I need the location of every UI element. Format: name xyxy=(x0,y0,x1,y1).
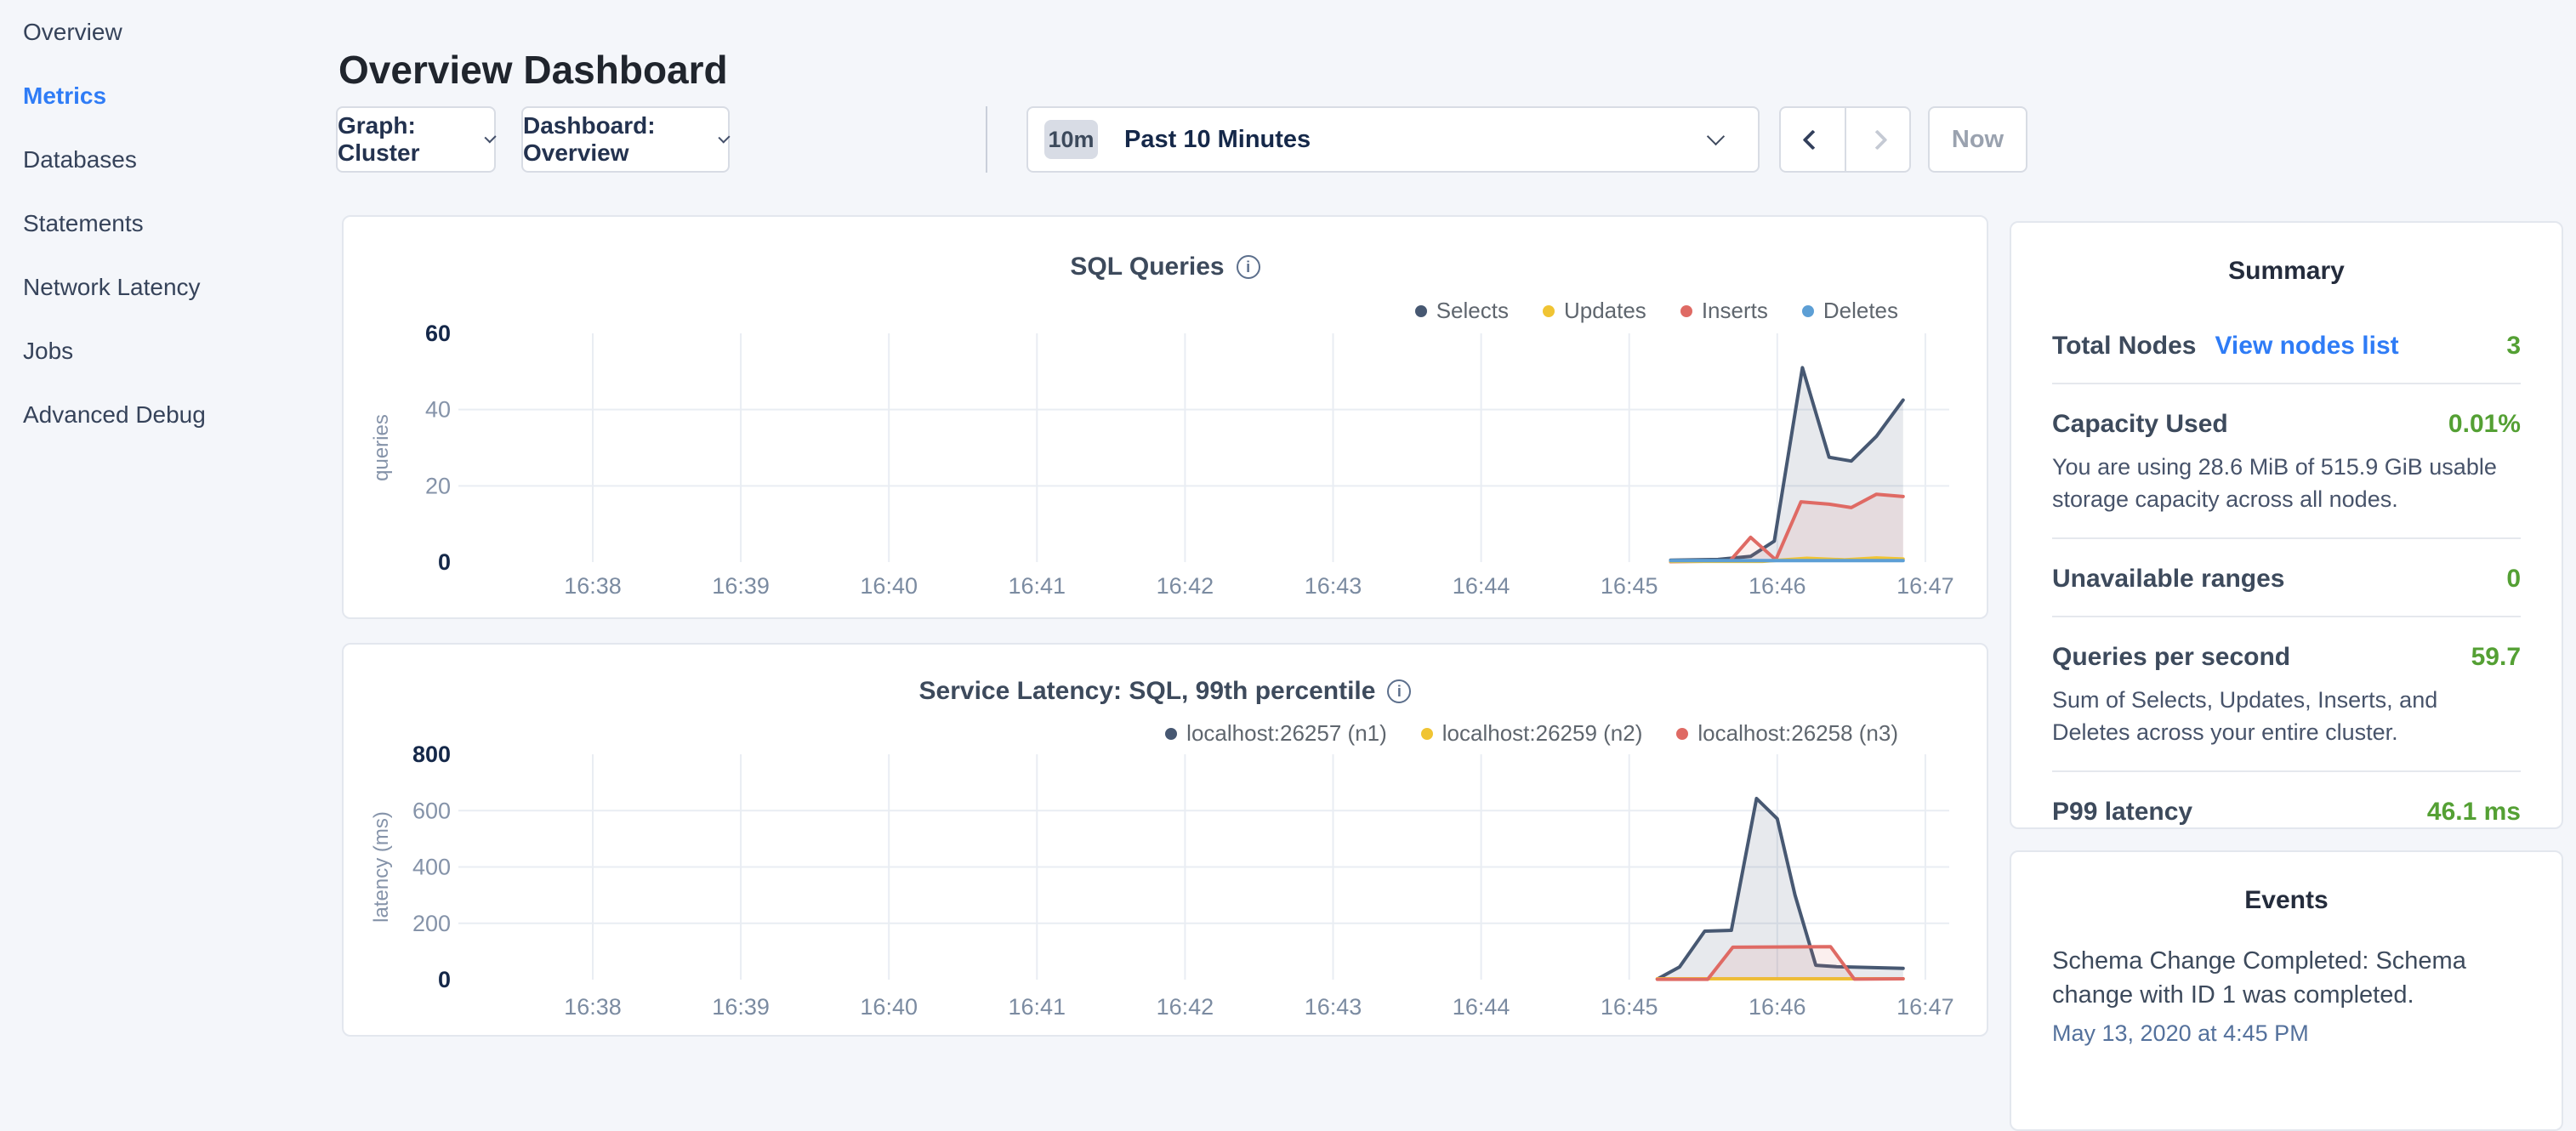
svg-text:800: 800 xyxy=(412,742,451,767)
dashboard-dropdown-label: Dashboard: Overview xyxy=(523,112,707,167)
summary-title: Summary xyxy=(2011,257,2562,286)
svg-text:16:41: 16:41 xyxy=(1009,573,1066,599)
summary-panel: Summary Total Nodes View nodes list 3 Capac… xyxy=(2010,221,2563,829)
svg-text:200: 200 xyxy=(412,911,451,936)
divider xyxy=(2052,616,2521,617)
graph-dropdown[interactable]: Graph: Cluster xyxy=(336,106,496,173)
now-button-label: Now xyxy=(1952,126,2004,154)
svg-text:16:39: 16:39 xyxy=(712,994,770,1020)
sidebar-item-databases[interactable]: Databases xyxy=(0,146,332,210)
event-message: Schema Change Completed: Schema change w… xyxy=(2011,944,2562,1012)
svg-text:16:41: 16:41 xyxy=(1009,994,1066,1020)
chevron-right-icon xyxy=(1868,129,1888,150)
summary-rows: Total Nodes View nodes list 3 Capacity Used… xyxy=(2011,332,2562,827)
sidebar-item-network-latency[interactable]: Network Latency xyxy=(0,274,332,338)
divider xyxy=(2052,537,2521,539)
svg-text:16:46: 16:46 xyxy=(1749,994,1806,1020)
summary-row-value: 59.7 xyxy=(2471,643,2521,672)
events-title: Events xyxy=(2011,886,2562,915)
time-step-back-button[interactable] xyxy=(1781,108,1846,171)
summary-row-value: 0.01% xyxy=(2448,410,2521,439)
toolbar-divider xyxy=(986,106,987,173)
sidebar-item-metrics[interactable]: Metrics xyxy=(0,82,332,146)
sidebar-item-jobs[interactable]: Jobs xyxy=(0,338,332,401)
summary-row: P99 latency 46.1 ms xyxy=(2011,798,2562,827)
svg-text:16:46: 16:46 xyxy=(1749,573,1806,599)
svg-text:16:42: 16:42 xyxy=(1157,994,1214,1020)
summary-row: Total Nodes View nodes list 3 xyxy=(2011,332,2562,361)
svg-text:16:47: 16:47 xyxy=(1896,994,1954,1020)
divider xyxy=(2052,383,2521,384)
summary-row-label: Queries per second xyxy=(2052,643,2290,672)
sql-queries-chart[interactable]: 16:38 16:39 16:40 16:41 16:42 16:43 16:44 16:45… xyxy=(344,217,1990,621)
time-range-dropdown[interactable]: 10m Past 10 Minutes xyxy=(1026,106,1760,173)
svg-text:16:44: 16:44 xyxy=(1453,994,1510,1020)
svg-text:16:44: 16:44 xyxy=(1453,573,1510,599)
svg-text:40: 40 xyxy=(425,397,451,423)
svg-text:queries: queries xyxy=(370,414,393,481)
view-nodes-list-link[interactable]: View nodes list xyxy=(2215,332,2398,361)
time-step-buttons xyxy=(1779,106,1911,173)
summary-row: Unavailable ranges 0 xyxy=(2011,565,2562,594)
svg-text:16:43: 16:43 xyxy=(1305,994,1362,1020)
chevron-down-icon xyxy=(484,131,496,143)
sidebar-item-advanced-debug[interactable]: Advanced Debug xyxy=(0,401,332,465)
sidebar-item-statements[interactable]: Statements xyxy=(0,210,332,274)
summary-row-value: 0 xyxy=(2506,565,2521,594)
sidebar: OverviewMetricsDatabasesStatementsNetwor… xyxy=(0,0,332,465)
svg-text:400: 400 xyxy=(412,855,451,880)
svg-text:0: 0 xyxy=(438,549,451,575)
svg-text:16:47: 16:47 xyxy=(1896,573,1954,599)
summary-row-value: 3 xyxy=(2506,332,2521,361)
svg-text:latency (ms): latency (ms) xyxy=(370,811,393,923)
summary-row-value: 46.1 ms xyxy=(2427,798,2521,827)
summary-row-label: Capacity Used xyxy=(2052,410,2228,439)
summary-row-description: Sum of Selects, Updates, Inserts, and De… xyxy=(2011,684,2562,748)
svg-text:0: 0 xyxy=(438,967,451,992)
events-list: Schema Change Completed: Schema change w… xyxy=(2011,944,2562,1047)
svg-text:16:40: 16:40 xyxy=(860,573,918,599)
dashboard-dropdown[interactable]: Dashboard: Overview xyxy=(521,106,730,173)
svg-text:16:38: 16:38 xyxy=(564,573,622,599)
svg-text:16:39: 16:39 xyxy=(712,573,770,599)
now-button[interactable]: Now xyxy=(1928,106,2027,173)
svg-text:600: 600 xyxy=(412,798,451,823)
summary-row: Queries per second 59.7 xyxy=(2011,643,2562,672)
summary-row-label: P99 latency xyxy=(2052,798,2192,827)
event-timestamp: May 13, 2020 at 4:45 PM xyxy=(2011,1020,2562,1047)
graph-dropdown-label: Graph: Cluster xyxy=(338,112,473,167)
events-panel: Events Schema Change Completed: Schema c… xyxy=(2010,850,2563,1131)
svg-text:20: 20 xyxy=(425,473,451,498)
time-step-forward-button[interactable] xyxy=(1846,108,1910,171)
svg-text:60: 60 xyxy=(425,321,451,346)
sidebar-item-overview[interactable]: Overview xyxy=(0,19,332,82)
time-range-badge: 10m xyxy=(1044,120,1098,159)
chevron-down-icon xyxy=(1707,127,1725,145)
divider xyxy=(2052,770,2521,772)
svg-text:16:42: 16:42 xyxy=(1157,573,1214,599)
time-range-label: Past 10 Minutes xyxy=(1124,126,1311,154)
svg-text:16:45: 16:45 xyxy=(1601,573,1658,599)
svg-text:16:40: 16:40 xyxy=(860,994,918,1020)
summary-row: Capacity Used 0.01% xyxy=(2011,410,2562,439)
svg-text:16:45: 16:45 xyxy=(1601,994,1658,1020)
svg-text:16:38: 16:38 xyxy=(564,994,622,1020)
svg-text:16:43: 16:43 xyxy=(1305,573,1362,599)
service-latency-chart[interactable]: 16:38 16:39 16:40 16:41 16:42 16:43 16:44 16:45… xyxy=(344,645,1990,1038)
summary-row-label: Total Nodes xyxy=(2052,332,2196,361)
sql-queries-chart-card: SQL Queries i SelectsUpdatesInsertsDelet… xyxy=(342,215,1988,619)
summary-row-label: Unavailable ranges xyxy=(2052,565,2284,594)
chevron-down-icon xyxy=(719,131,731,143)
chevron-left-icon xyxy=(1802,129,1823,150)
summary-row-description: You are using 28.6 MiB of 515.9 GiB usab… xyxy=(2011,451,2562,515)
service-latency-chart-card: Service Latency: SQL, 99th percentile i … xyxy=(342,643,1988,1037)
page-title: Overview Dashboard xyxy=(338,47,728,93)
